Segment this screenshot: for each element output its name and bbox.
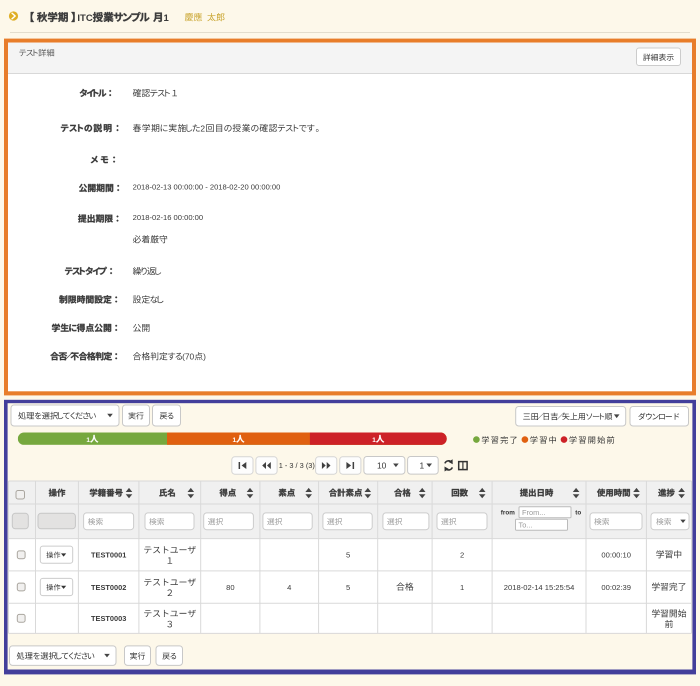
svg-text:2018-02-16 00:00:00: 2018-02-16 00:00:00	[133, 213, 204, 222]
svg-text:From...: From...	[522, 508, 545, 517]
svg-text:1: 1	[460, 583, 464, 592]
svg-text:): )	[203, 352, 206, 362]
svg-text:1: 1	[86, 437, 90, 444]
svg-text:2: 2	[460, 551, 464, 560]
svg-text:To...: To...	[519, 520, 533, 529]
svg-text:4: 4	[287, 583, 291, 592]
svg-text:2: 2	[200, 123, 205, 133]
svg-text:ITC: ITC	[77, 13, 92, 24]
svg-text:1 - 3 / 3 (3): 1 - 3 / 3 (3)	[279, 461, 315, 470]
svg-text:5: 5	[346, 583, 350, 592]
svg-text:00:00:10: 00:00:10	[601, 551, 631, 560]
svg-text:00:02:39: 00:02:39	[601, 583, 631, 592]
svg-text:TEST0003: TEST0003	[91, 614, 126, 623]
svg-text:from: from	[501, 509, 515, 516]
svg-text:to: to	[575, 509, 581, 516]
svg-text:1: 1	[372, 437, 376, 444]
svg-text:TEST0001: TEST0001	[91, 551, 126, 560]
svg-text:1: 1	[233, 437, 237, 444]
svg-text:80: 80	[226, 583, 234, 592]
svg-text:(70: (70	[182, 352, 194, 362]
svg-text:10: 10	[377, 460, 387, 470]
svg-text:1: 1	[164, 13, 170, 24]
svg-text:5: 5	[346, 551, 350, 560]
svg-text:2018-02-14 15:25:54: 2018-02-14 15:25:54	[504, 583, 575, 592]
svg-text:1: 1	[420, 460, 425, 470]
svg-text:2018-02-13 00:00:00 - 2018-02-: 2018-02-13 00:00:00 - 2018-02-20 00:00:0…	[133, 182, 281, 191]
svg-text:TEST0002: TEST0002	[91, 583, 126, 592]
